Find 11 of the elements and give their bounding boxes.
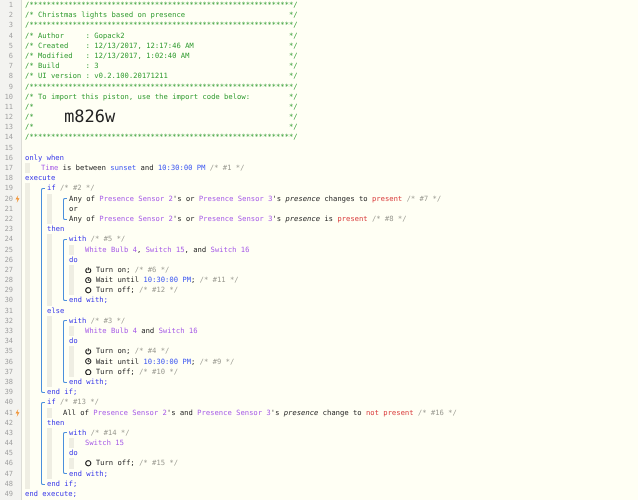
power-icon [85,348,92,355]
circle-icon [85,460,92,467]
power-icon [85,266,92,274]
block-bracket [63,198,67,220]
circle-icon [85,368,92,376]
block-bracket [63,320,67,383]
block-bracket [63,432,67,474]
clock-icon [85,358,92,365]
clock-icon [85,276,92,284]
circle-icon [85,287,92,294]
block-bracket [63,238,67,302]
